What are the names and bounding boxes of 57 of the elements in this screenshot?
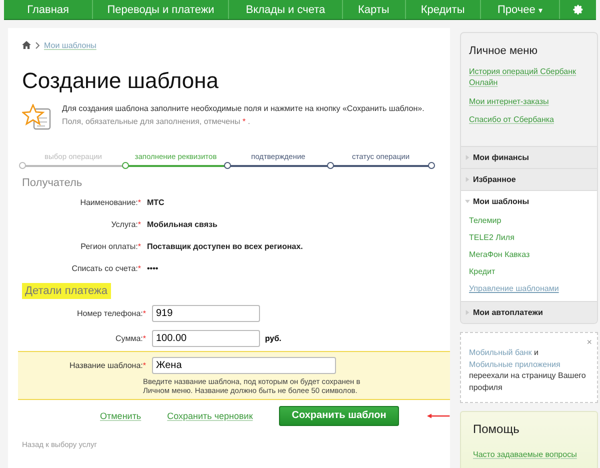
chevron-icon bbox=[35, 42, 40, 48]
nav-tab[interactable]: Вклады и счета bbox=[229, 0, 343, 19]
panel-title: Личное меню bbox=[468, 44, 538, 59]
help-title: Помощь bbox=[473, 422, 520, 436]
breadcrumb-link[interactable]: Мои шаблоны bbox=[44, 40, 96, 50]
required-note: Поля, обязательные для заполнения, отмечены * . bbox=[62, 117, 252, 128]
input-field[interactable]: 919 bbox=[152, 305, 260, 322]
mobile-apps-link[interactable]: Мобильные приложения bbox=[469, 358, 589, 370]
nav-tab[interactable]: Кредиты bbox=[406, 0, 481, 19]
menu-link[interactable]: Мои интернет-заказы bbox=[469, 96, 589, 108]
section-heading: Получатель bbox=[22, 177, 84, 189]
menu-section[interactable]: Избранное bbox=[461, 168, 597, 190]
field-label: Сумма:* bbox=[114, 334, 147, 343]
nav-tab[interactable]: Главная bbox=[4, 0, 94, 19]
page-title: Создание шаблона bbox=[22, 68, 220, 94]
mobile-bank-link[interactable]: Мобильный банк bbox=[469, 348, 532, 358]
triangle-icon bbox=[465, 155, 470, 160]
template-link[interactable]: Кредит bbox=[469, 267, 589, 276]
triangle-icon bbox=[465, 199, 470, 204]
notice-text: переехали на страницу Вашего профиля bbox=[469, 370, 587, 394]
menu-section[interactable]: Мои автоплатежи bbox=[461, 301, 597, 324]
template-link[interactable]: МегаФон Кавказ bbox=[469, 250, 589, 260]
home-icon[interactable] bbox=[22, 41, 31, 49]
field-value: Поставщик доступен во всех регионах. bbox=[147, 242, 303, 250]
draft-link[interactable]: Сохранить черновик bbox=[167, 410, 253, 421]
notice-text: и bbox=[534, 348, 538, 358]
field-label: Наименование:* bbox=[79, 198, 142, 206]
field-label: Услуга:* bbox=[110, 220, 142, 228]
field-label: Регион оплаты:* bbox=[80, 242, 142, 250]
nav-tab[interactable]: Карты bbox=[342, 0, 406, 19]
menu-link[interactable]: Спасибо от Сбербанка bbox=[469, 115, 589, 126]
caret-icon: ▾ bbox=[538, 6, 542, 15]
section-heading: Детали платежа bbox=[22, 283, 110, 299]
triangle-icon bbox=[465, 310, 470, 316]
cancel-link[interactable]: Отменить bbox=[100, 410, 142, 421]
template-link[interactable]: Управление шаблонами bbox=[469, 284, 589, 294]
unit-label: руб. bbox=[265, 334, 282, 343]
field-label: Номер телефона:* bbox=[76, 309, 147, 318]
input-field[interactable]: Жена bbox=[152, 357, 336, 374]
menu-section[interactable]: Мои шаблоны bbox=[461, 190, 597, 212]
save-button[interactable]: Сохранить шаблон bbox=[278, 406, 400, 426]
menu-link[interactable]: История операций Сбербанк Онлайн bbox=[469, 67, 589, 89]
template-link[interactable]: TELE2 Лиля bbox=[469, 233, 589, 242]
field-label: Название шаблона:* bbox=[68, 361, 147, 370]
nav-tab[interactable]: Прочее ▾ bbox=[480, 0, 560, 19]
field-value: Мобильная связь bbox=[147, 220, 218, 228]
template-link[interactable]: Телемир bbox=[469, 216, 589, 226]
nav-tab[interactable]: Переводы и платежи bbox=[93, 0, 230, 19]
field-value: МТС bbox=[147, 198, 164, 206]
input-field[interactable]: 100.00 bbox=[152, 330, 260, 347]
triangle-icon bbox=[465, 177, 470, 182]
field-label: Списать со счета:* bbox=[70, 264, 142, 272]
instruction-text: Для создания шаблона заполните необходимые поля и нажмите на кнопку «Сохранить шаблон». bbox=[62, 104, 426, 114]
faq-link[interactable]: Часто задаваемые вопросы bbox=[473, 450, 577, 459]
close-icon[interactable]: × bbox=[586, 336, 592, 350]
field-value: •••• bbox=[147, 264, 158, 272]
menu-section[interactable]: Мои финансы bbox=[461, 146, 597, 168]
